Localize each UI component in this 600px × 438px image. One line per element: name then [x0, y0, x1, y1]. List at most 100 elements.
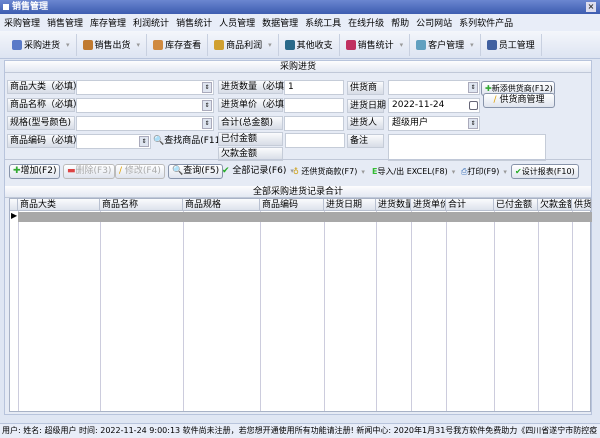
spec-label: 规格(型号颜色) — [7, 116, 75, 130]
selected-row[interactable] — [18, 212, 592, 222]
toolbar-label: 采购进货 — [24, 41, 61, 51]
menu-item[interactable]: 帮助 — [391, 16, 409, 29]
column-header[interactable]: 进货单价 — [411, 199, 446, 211]
grid-column-line — [18, 199, 19, 411]
toolbar-button[interactable]: 商品利润 ▾ — [208, 33, 279, 56]
column-header[interactable]: 商品规格 — [183, 199, 260, 211]
pencil-icon: / — [493, 95, 497, 105]
check-icon: ✔ — [515, 167, 522, 176]
manage-supplier-button[interactable]: / 供货商管理 — [483, 93, 555, 108]
name-combobox[interactable]: ⇕ — [76, 98, 214, 113]
row-pointer-icon: ▶ — [11, 211, 18, 220]
grid-column-line — [260, 199, 261, 411]
buyer-combobox[interactable]: 超级用户 ⇕ — [388, 116, 480, 131]
minus-icon: ▬ — [67, 166, 76, 176]
dropdown-icon[interactable]: ⇕ — [202, 118, 212, 129]
menu-item[interactable]: 系统工具 — [305, 16, 341, 29]
chevron-down-icon[interactable]: ▾ — [400, 41, 404, 49]
chevron-down-icon[interactable]: ▾ — [66, 41, 70, 49]
menu-item[interactable]: 公司网站 — [416, 16, 452, 29]
status-bar: 用户: 姓名: 超级用户 时间: 2022-11-24 9:00:13 软件尚未… — [0, 423, 600, 438]
supplier-label: 供货商 — [347, 81, 384, 95]
total-input[interactable] — [284, 116, 344, 131]
menu-item[interactable]: 系列软件产品 — [459, 16, 513, 29]
toolbar-button[interactable]: 库存查看 — [147, 33, 209, 56]
column-header[interactable]: 进货数量 — [376, 199, 411, 211]
grid-column-line — [376, 199, 377, 411]
grid-column-line — [446, 199, 447, 411]
column-header[interactable]: 供货商 — [572, 199, 592, 211]
toolbar-label: 商品利润 — [226, 41, 263, 51]
grid-column-line — [538, 199, 539, 411]
sales-icon — [82, 39, 93, 50]
panel-header: 采购进货 — [5, 61, 591, 73]
toolbar-label: 库存查看 — [165, 41, 202, 51]
name-label: 商品名称（必填） — [7, 98, 82, 112]
buyer-label: 进货人 — [347, 116, 384, 130]
chevron-down-icon[interactable]: ▾ — [137, 41, 141, 49]
dropdown-icon[interactable]: ⇕ — [202, 100, 212, 111]
price-input[interactable] — [284, 98, 344, 113]
column-header[interactable]: 商品大类 — [18, 199, 100, 211]
qty-input[interactable]: 1 — [284, 80, 344, 95]
code-label: 商品编码（必填） — [7, 134, 82, 148]
calendar-checkbox[interactable] — [469, 101, 478, 110]
menu-item[interactable]: 数据管理 — [262, 16, 298, 29]
close-button[interactable]: × — [586, 2, 596, 12]
toolbar-button[interactable]: 客户管理 ▾ — [410, 33, 481, 56]
supplier-combobox[interactable]: ⇕ — [388, 80, 480, 95]
category-label: 商品大类（必填） — [7, 80, 82, 94]
toolbar-button[interactable]: 销售统计 ▾ — [340, 33, 411, 56]
column-header[interactable]: 商品名称 — [100, 199, 183, 211]
find-product-button[interactable]: 🔍查找商品(F11) — [153, 134, 224, 149]
menu-item[interactable]: 利润统计 — [133, 16, 169, 29]
menu-item[interactable]: 销售管理 — [47, 16, 83, 29]
chevron-down-icon[interactable]: ▾ — [470, 41, 474, 49]
toolbar-label: 员工管理 — [498, 41, 535, 51]
column-header[interactable]: 商品编码 — [260, 199, 324, 211]
total-label: 合计(总金额) — [218, 116, 283, 130]
design-report-button[interactable]: ✔设计报表(F10) — [511, 164, 579, 179]
toolbar-button[interactable]: 采购进货 ▾ — [6, 33, 77, 56]
column-header[interactable]: 进货日期 — [324, 199, 376, 211]
excel-button[interactable]: E导入/出 EXCEL(F8) ▾ — [372, 164, 455, 179]
menu-item[interactable]: 在线升级 — [348, 16, 384, 29]
chart-icon — [345, 39, 356, 50]
plus-icon: ✚ — [485, 84, 492, 93]
money-bag-icon — [214, 39, 225, 50]
menu-item[interactable]: 采购管理 — [4, 16, 40, 29]
app-icon — [3, 4, 9, 10]
grid-column-line — [494, 199, 495, 411]
print-button[interactable]: ⎙打印(F9) ▾ — [461, 164, 507, 179]
all-records-button[interactable]: ✔ 全部记录(F6) ▾ — [222, 164, 294, 179]
toolbar-button[interactable]: 员工管理 — [481, 33, 542, 56]
delete-button[interactable]: ▬删除(F3) — [63, 164, 116, 179]
menu-item[interactable]: 人员管理 — [219, 16, 255, 29]
title-bar: 销售管理 × — [0, 0, 600, 14]
records-grid[interactable]: 商品大类商品名称商品规格商品编码进货日期进货数量进货单价合计已付金额欠款金额供货… — [9, 198, 592, 412]
code-combobox[interactable]: ⇕ — [76, 134, 151, 149]
column-header[interactable]: 欠款金额 — [538, 199, 572, 211]
menu-item[interactable]: 库存管理 — [90, 16, 126, 29]
dropdown-icon[interactable]: ⇕ — [202, 82, 212, 93]
repay-supplier-button[interactable]: ♁ 还供货商款(F7) ▾ — [293, 164, 365, 179]
date-picker[interactable]: 2022-11-24 — [388, 98, 480, 113]
dropdown-icon[interactable]: ⇕ — [468, 118, 478, 129]
dropdown-icon[interactable]: ⇕ — [139, 136, 149, 147]
column-header[interactable]: 合计 — [446, 199, 494, 211]
chevron-down-icon[interactable]: ▾ — [268, 41, 272, 49]
column-header[interactable]: 已付金额 — [494, 199, 538, 211]
grid-column-line — [183, 199, 184, 411]
query-button[interactable]: 🔍查询(F5) — [168, 164, 224, 179]
spec-combobox[interactable]: ⇕ — [76, 116, 214, 131]
add-button[interactable]: ✚增加(F2) — [9, 164, 61, 179]
toolbar-button[interactable]: 销售出货 ▾ — [77, 33, 148, 56]
grid-column-line — [572, 199, 573, 411]
category-combobox[interactable]: ⇕ — [76, 80, 214, 95]
menu-item[interactable]: 销售统计 — [176, 16, 212, 29]
edit-button[interactable]: / 修改(F4) — [115, 164, 165, 179]
dropdown-icon[interactable]: ⇕ — [468, 82, 478, 93]
note-textarea[interactable] — [388, 134, 546, 161]
paid-input[interactable] — [285, 133, 345, 148]
toolbar-button[interactable]: 其他收支 — [279, 33, 340, 56]
